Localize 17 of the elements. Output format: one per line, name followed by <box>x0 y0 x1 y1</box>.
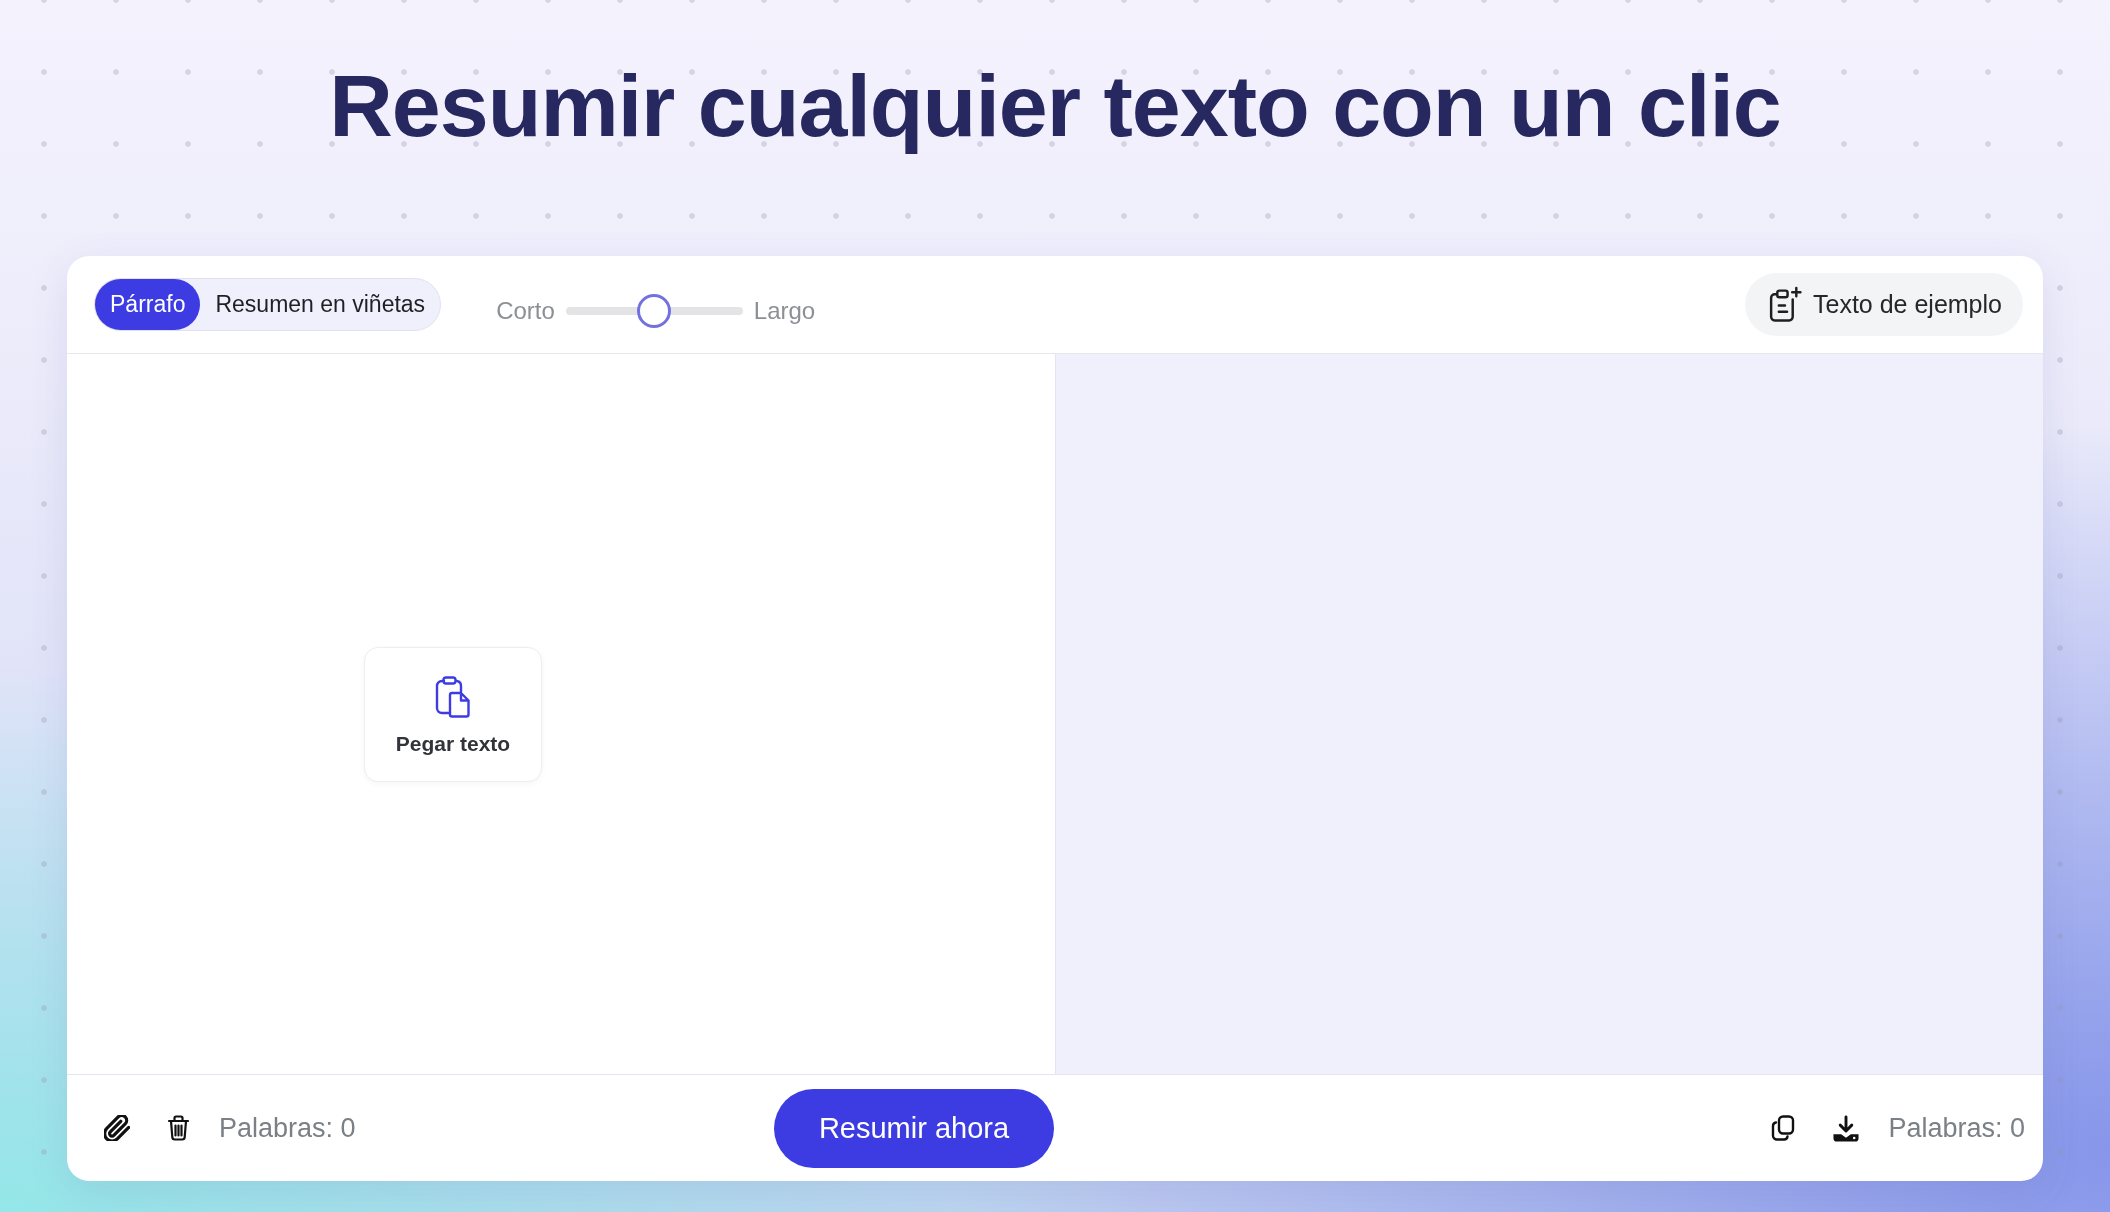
slider-thumb[interactable] <box>637 293 672 328</box>
summarize-button[interactable]: Resumir ahora <box>774 1088 1054 1168</box>
slider-min-label: Corto <box>496 296 555 325</box>
paste-text-button[interactable]: Pegar texto <box>364 646 542 782</box>
sample-text-button[interactable]: Texto de ejemplo <box>1745 273 2023 336</box>
mode-tab[interactable]: Párrafo <box>95 279 201 330</box>
page-title: Resumir cualquier texto con un clic <box>329 56 1781 156</box>
word-count: Palabras: 0 <box>1888 1112 2025 1144</box>
copy-icon[interactable] <box>1771 1115 1796 1141</box>
slider-max-label: Largo <box>753 296 816 325</box>
clipboard-document-icon <box>435 676 471 718</box>
clipboard-plus-icon <box>1767 286 1803 323</box>
download-icon[interactable] <box>1832 1114 1861 1142</box>
trash-icon[interactable] <box>167 1115 190 1141</box>
word-count: Palabras: 0 <box>219 1112 356 1144</box>
mode-tab[interactable]: Resumen en viñetas <box>200 279 441 330</box>
paperclip-icon[interactable] <box>104 1115 130 1141</box>
